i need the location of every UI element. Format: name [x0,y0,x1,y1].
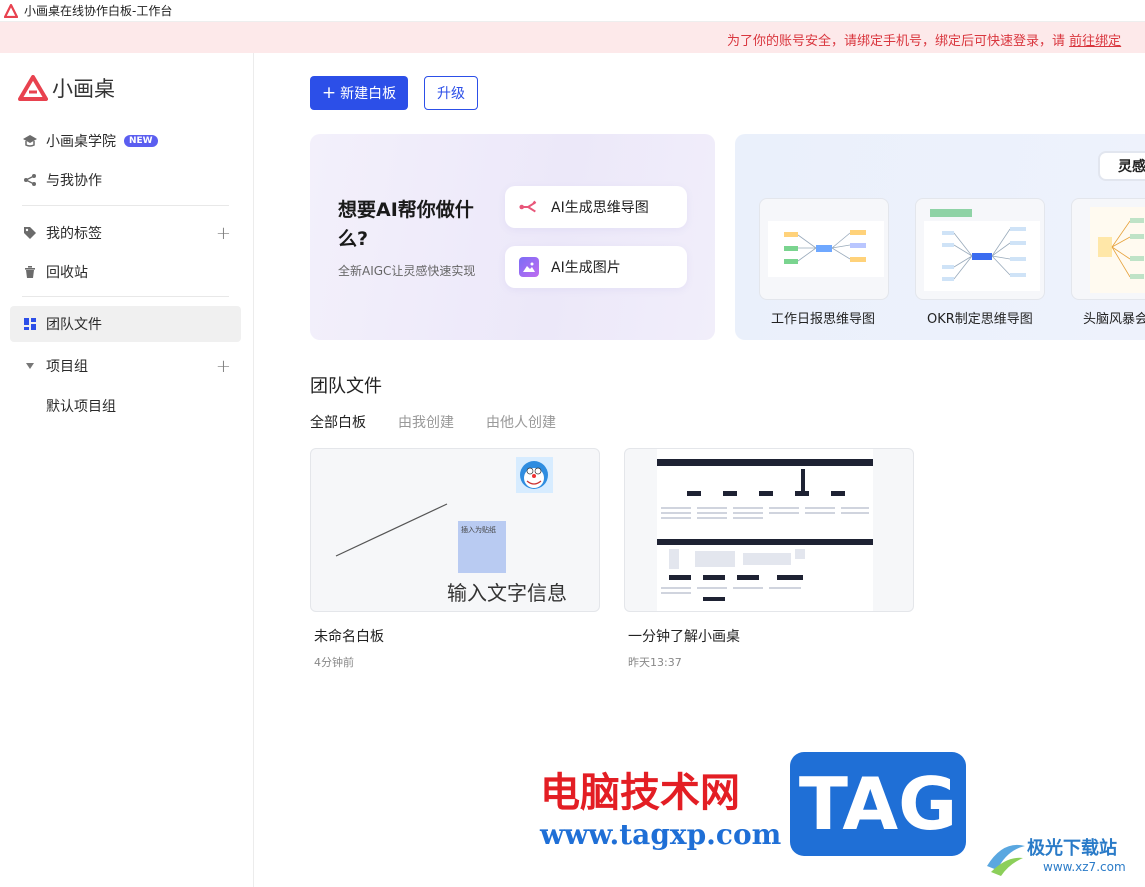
share-icon [22,172,38,188]
mindmap-icon [519,197,539,217]
inspiration-card: 灵感 工作日报思维导图 OKR制定思维导图 头脑风暴会 [735,134,1145,340]
template-thumbnail [915,198,1045,300]
brand-icon [18,75,48,101]
file-time: 昨天13:37 [628,656,682,669]
caret-down-icon [22,358,38,374]
template-card[interactable]: 工作日报思维导图 [759,198,911,327]
ai-mindmap-label: AI生成思维导图 [551,200,649,216]
window-titlebar: 小画桌在线协作白板-工作台 [0,0,1145,22]
file-thumbnail [624,448,914,612]
template-caption: 工作日报思维导图 [771,312,876,327]
add-project-group-button[interactable]: + [216,356,231,377]
ai-card-title: 想要AI帮你做什么? [338,199,474,250]
plus-icon: + [321,83,337,103]
template-thumbnail [759,198,889,300]
sidebar: 小画桌 小画桌学院 NEW 与我协作 我的标签 + 回收站 团队文件 项目组 +… [0,53,254,887]
sidebar-item-label: 我的标签 [46,226,102,242]
template-card[interactable]: 头脑风暴会 [1071,198,1145,327]
ai-assistant-card: 想要AI帮你做什么? 全新AIGC让灵感快速实现 AI生成思维导图 AI生成图片 [310,134,715,340]
filter-all-boards[interactable]: 全部白板 [310,412,366,432]
upgrade-button[interactable]: 升级 [424,76,478,110]
ai-image-button[interactable]: AI生成图片 [505,246,687,288]
file-time: 4分钟前 [314,656,354,669]
window-title: 小画桌在线协作白板-工作台 [24,4,173,18]
text-note: 输入文字信息 [447,581,567,605]
filter-created-by-others[interactable]: 由他人创建 [486,412,556,432]
sidebar-item-project-group[interactable]: 项目组 + [10,348,241,384]
sidebar-item-trash[interactable]: 回收站 [10,254,241,290]
grid-icon [22,316,38,332]
brand-name: 小画桌 [52,77,115,101]
sidebar-item-label: 团队文件 [46,317,102,333]
sidebar-item-collab[interactable]: 与我协作 [10,162,241,198]
tag-icon [22,225,38,241]
template-caption: 头脑风暴会 [1083,312,1145,327]
sticky-note-text: 插入为贴纸 [461,526,496,534]
ai-card-subtitle: 全新AIGC让灵感快速实现 [338,264,476,278]
sidebar-item-label: 项目组 [46,359,88,375]
file-name: 一分钟了解小画桌 [628,629,740,645]
sidebar-divider [22,296,229,297]
team-files-title: 团队文件 [310,376,382,397]
brand-logo[interactable]: 小画桌 [18,73,115,103]
ai-image-label: AI生成图片 [551,260,621,276]
sidebar-item-label: 回收站 [46,265,88,281]
bind-phone-notice: 为了你的账号安全，请绑定手机号，绑定后可快速登录，请 前往绑定 [0,22,1145,53]
file-card[interactable]: 插入为贴纸 输入文字信息 未命名白板 4分钟前 [310,448,600,670]
filter-created-by-me[interactable]: 由我创建 [398,412,454,432]
add-tag-button[interactable]: + [216,223,231,244]
sidebar-item-academy[interactable]: 小画桌学院 NEW [10,123,241,159]
file-card[interactable]: 一分钟了解小画桌 昨天13:37 [624,448,914,670]
sidebar-item-tags[interactable]: 我的标签 + [10,215,241,251]
template-thumbnail [1071,198,1145,300]
file-name: 未命名白板 [314,629,384,645]
bind-phone-link[interactable]: 前往绑定 [1069,34,1121,49]
ai-mindmap-button[interactable]: AI生成思维导图 [505,186,687,228]
avatar-sticker [516,457,553,493]
notice-text: 为了你的账号安全，请绑定手机号，绑定后可快速登录，请 [727,34,1070,49]
sidebar-item-default-group[interactable]: 默认项目组 [46,396,116,416]
image-icon [519,257,539,277]
sidebar-divider [22,205,229,206]
graduation-cap-icon [22,133,38,149]
sidebar-item-label: 与我协作 [46,173,102,189]
trash-icon [22,264,38,280]
template-card[interactable]: OKR制定思维导图 [915,198,1067,327]
new-badge: NEW [124,135,158,147]
main-content: + 新建白板 升级 想要AI帮你做什么? 全新AIGC让灵感快速实现 AI生成思… [255,53,1145,887]
new-board-label: 新建白板 [340,86,397,102]
inspiration-tab[interactable]: 灵感 [1098,151,1145,181]
file-thumbnail: 插入为贴纸 输入文字信息 [310,448,600,612]
sidebar-item-label: 小画桌学院 [46,134,116,150]
app-logo-icon [4,3,18,18]
new-board-button[interactable]: + 新建白板 [310,76,408,110]
template-caption: OKR制定思维导图 [927,312,1033,327]
sidebar-item-team-files[interactable]: 团队文件 [10,306,241,342]
